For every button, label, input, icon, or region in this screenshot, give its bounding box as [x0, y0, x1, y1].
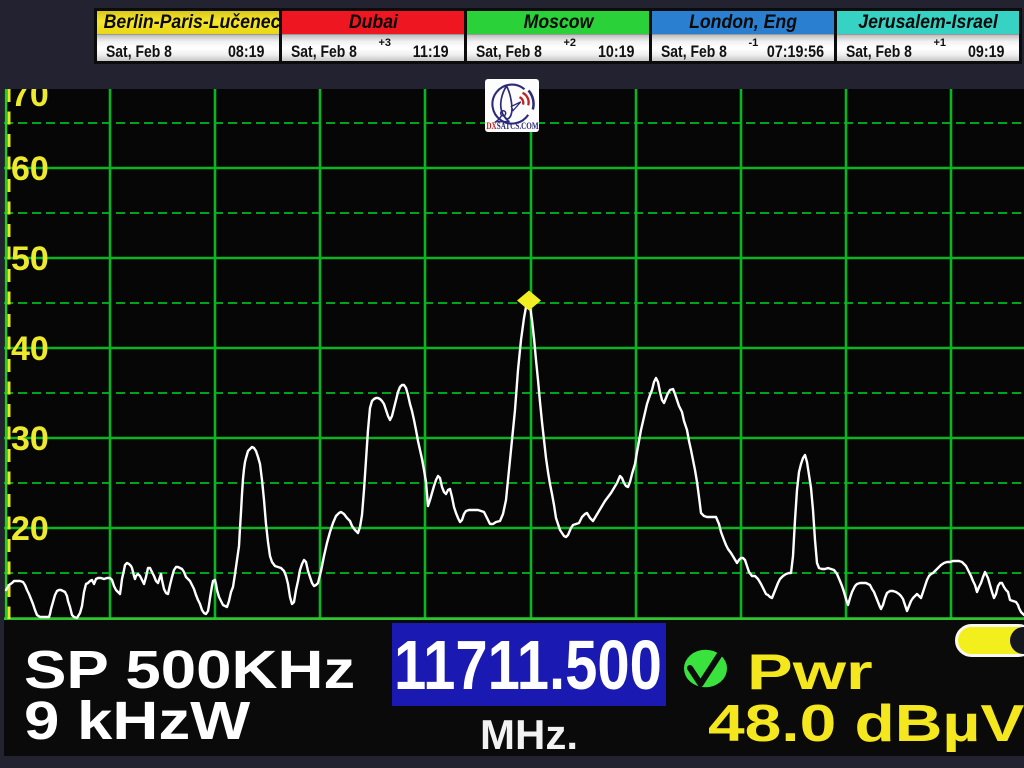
svg-text:30: 30 [11, 420, 49, 458]
svg-text:20: 20 [11, 510, 49, 548]
svg-text:50: 50 [11, 240, 49, 278]
svg-text:60: 60 [11, 150, 49, 188]
svg-text:40: 40 [11, 330, 49, 368]
svg-text:DXSATCS.COM: DXSATCS.COM [486, 121, 538, 131]
svg-text:70: 70 [11, 89, 49, 114]
